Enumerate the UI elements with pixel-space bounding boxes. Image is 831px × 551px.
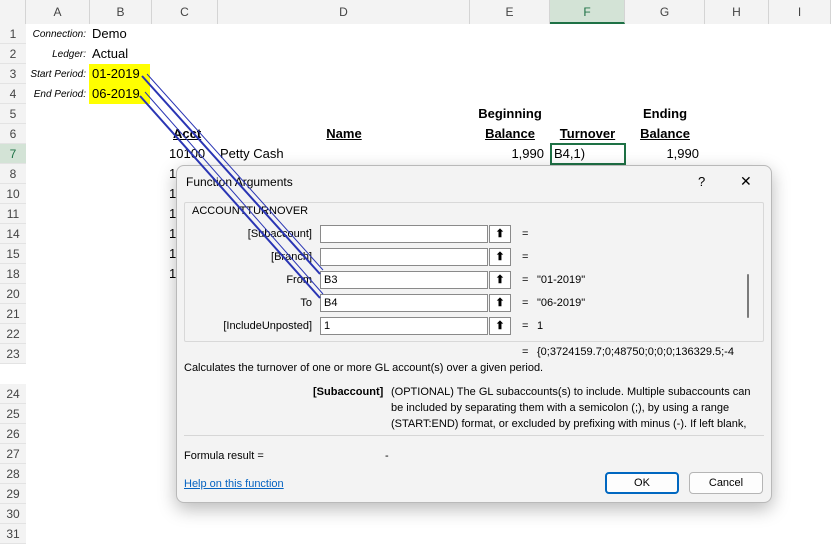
- column-header-a[interactable]: A: [26, 0, 90, 24]
- row-header[interactable]: 5: [0, 104, 26, 124]
- arg-from-input[interactable]: B3: [320, 271, 488, 289]
- arg-branch-label: [Branch]: [271, 251, 312, 263]
- row-header[interactable]: 27: [0, 444, 26, 464]
- overall-result-equals: =: [522, 346, 529, 358]
- arg-help-line1: (OPTIONAL) The GL subaccounts(s) to incl…: [391, 386, 751, 398]
- help-link[interactable]: Help on this function: [184, 478, 284, 490]
- row-header[interactable]: 23: [0, 344, 26, 364]
- column-header-h[interactable]: H: [705, 0, 769, 24]
- row-header[interactable]: 25: [0, 404, 26, 424]
- arg-from-equals: =: [522, 274, 529, 286]
- formula-result-value: -: [385, 450, 389, 462]
- cancel-button[interactable]: Cancel: [689, 472, 763, 494]
- row-header[interactable]: 10: [0, 184, 26, 204]
- connection-label: Connection:: [32, 29, 86, 40]
- arg-branch-equals: =: [522, 251, 529, 263]
- column-header-i[interactable]: I: [769, 0, 831, 24]
- function-description: Calculates the turnover of one or more G…: [184, 362, 544, 374]
- arg-includeunposted-label: [IncludeUnposted]: [223, 320, 312, 332]
- close-icon[interactable]: ✕: [740, 173, 752, 190]
- connection-value[interactable]: Demo: [92, 24, 127, 44]
- row7-ending[interactable]: 1,990: [625, 144, 699, 164]
- row-header[interactable]: 26: [0, 424, 26, 444]
- arg-includeunposted-input[interactable]: 1: [320, 317, 488, 335]
- collapse-dialog-icon[interactable]: ⬆: [489, 225, 511, 243]
- collapse-dialog-icon[interactable]: ⬆: [489, 317, 511, 335]
- arguments-scrollbar[interactable]: [747, 274, 749, 318]
- help-divider: [184, 435, 764, 436]
- row-header[interactable]: 4: [0, 84, 26, 104]
- row-header[interactable]: 18: [0, 264, 26, 284]
- row-header[interactable]: 11: [0, 204, 26, 224]
- ledger-value[interactable]: Actual: [92, 44, 128, 64]
- row-header[interactable]: 7: [0, 144, 26, 164]
- collapse-dialog-icon[interactable]: ⬆: [489, 271, 511, 289]
- arg-to-equals: =: [522, 297, 529, 309]
- arg-help-line2: be included by separating them with a se…: [391, 402, 730, 414]
- row-header[interactable]: 24: [0, 384, 26, 404]
- row-header[interactable]: 6: [0, 124, 26, 144]
- row-header[interactable]: 22: [0, 324, 26, 344]
- arg-subaccount-label: [Subaccount]: [247, 228, 312, 240]
- row7-turnover-active-cell[interactable]: B4,1): [550, 143, 626, 165]
- row-header[interactable]: 3: [0, 64, 26, 84]
- row7-beginning[interactable]: 1,990: [470, 144, 544, 164]
- row-header[interactable]: 1: [0, 24, 26, 44]
- header-turnover: Turnover: [559, 126, 616, 141]
- row-header[interactable]: 20: [0, 284, 26, 304]
- column-header-b[interactable]: B: [90, 0, 152, 24]
- arg-to-result: "06-2019": [537, 297, 586, 309]
- row-header[interactable]: 30: [0, 504, 26, 524]
- arg-includeunposted-result: 1: [537, 320, 544, 332]
- dialog-title: Function Arguments: [186, 175, 293, 189]
- row-header[interactable]: 28: [0, 464, 26, 484]
- header-beginning: Beginning: [478, 106, 542, 121]
- arg-to-label: To: [300, 297, 312, 309]
- end-period-label: End Period:: [33, 89, 86, 100]
- column-header-d[interactable]: D: [218, 0, 470, 24]
- header-name: Name: [326, 126, 362, 141]
- function-name: ACCOUNTTURNOVER: [192, 205, 309, 217]
- arg-help-line3: (START:END) format, or excluded by prefi…: [391, 418, 747, 430]
- corner-cell[interactable]: [0, 0, 26, 24]
- overall-result: {0;3724159.7;0;48750;0;0;0;136329.5;-4: [537, 346, 734, 358]
- column-header-g[interactable]: G: [625, 0, 705, 24]
- row-header[interactable]: 14: [0, 224, 26, 244]
- column-header-e[interactable]: E: [470, 0, 550, 24]
- column-header-c[interactable]: C: [152, 0, 218, 24]
- arg-branch-input[interactable]: [320, 248, 488, 266]
- arg-from-label: From: [286, 274, 312, 286]
- end-period-value[interactable]: 06-2019: [89, 84, 150, 104]
- help-icon[interactable]: ?: [698, 174, 705, 189]
- row-header[interactable]: 15: [0, 244, 26, 264]
- arg-subaccount-equals: =: [522, 228, 529, 240]
- header-ending: Ending: [642, 106, 688, 121]
- column-header-f[interactable]: F: [550, 0, 625, 24]
- arg-from-result: "01-2019": [537, 274, 586, 286]
- arg-subaccount-input[interactable]: [320, 225, 488, 243]
- function-arguments-dialog[interactable]: Function Arguments ? ✕ ACCOUNTTURNOVER […: [176, 165, 772, 503]
- row-header[interactable]: 31: [0, 524, 26, 544]
- ok-button[interactable]: OK: [605, 472, 679, 494]
- row7-acct[interactable]: 10100: [169, 144, 205, 164]
- row7-name[interactable]: Petty Cash: [220, 144, 284, 164]
- row-header[interactable]: 2: [0, 44, 26, 64]
- arg-to-input[interactable]: B4: [320, 294, 488, 312]
- row-header[interactable]: 21: [0, 304, 26, 324]
- arg-help-name: [Subaccount]: [313, 386, 384, 398]
- row-header[interactable]: 29: [0, 484, 26, 504]
- arg-includeunposted-equals: =: [522, 320, 529, 332]
- formula-result-label: Formula result =: [184, 450, 264, 462]
- header-beginning-balance: Balance: [485, 126, 535, 141]
- ledger-label: Ledger:: [52, 49, 86, 60]
- row-header[interactable]: 8: [0, 164, 26, 184]
- start-period-label: Start Period:: [30, 69, 86, 80]
- start-period-value[interactable]: 01-2019: [89, 64, 150, 84]
- header-ending-balance: Balance: [640, 126, 690, 141]
- collapse-dialog-icon[interactable]: ⬆: [489, 294, 511, 312]
- collapse-dialog-icon[interactable]: ⬆: [489, 248, 511, 266]
- header-acct: Acct: [173, 126, 202, 141]
